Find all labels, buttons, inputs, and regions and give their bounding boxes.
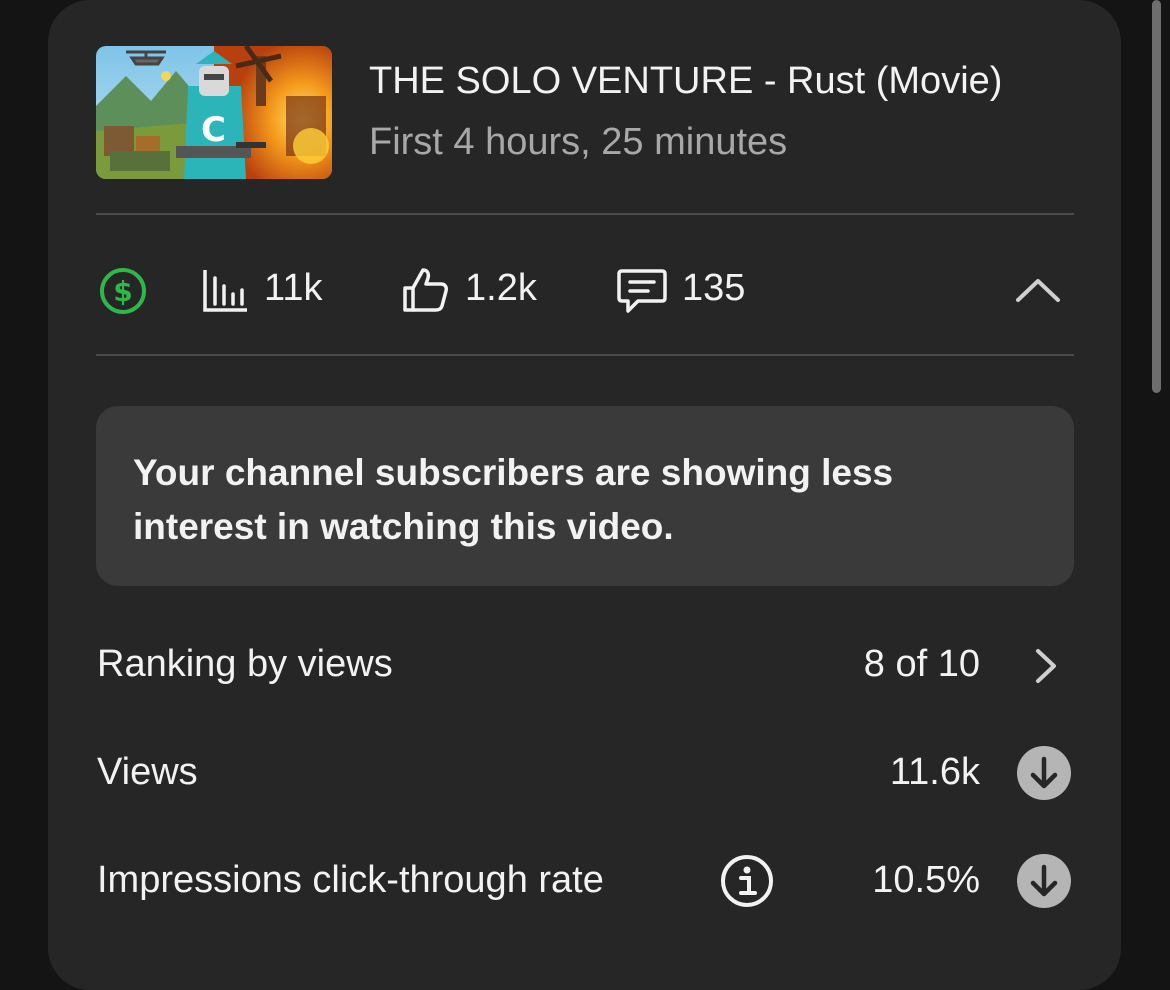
metric-value-views: 11.6k (889, 751, 980, 793)
metric-label-views: Views (97, 751, 198, 793)
insight-banner: Your channel subscribers are showing les… (96, 406, 1074, 586)
likes-count: 1.2k (465, 267, 537, 309)
metric-value-ctr: 10.5% (872, 859, 980, 901)
arrow-down-circle-icon (1017, 746, 1071, 800)
views-count: 11k (264, 267, 323, 309)
thumbs-up-icon (403, 268, 448, 312)
bar-chart-icon (203, 270, 247, 312)
metric-label-ranking[interactable]: Ranking by views (97, 643, 393, 686)
metric-value-ranking[interactable]: 8 of 10 (864, 643, 980, 686)
svg-text:C: C (201, 110, 226, 150)
scrollbar[interactable] (1152, 0, 1161, 393)
svg-text:$: $ (113, 275, 132, 308)
insight-message: Your channel subscribers are showing les… (133, 452, 894, 547)
video-thumbnail[interactable]: C (96, 46, 332, 179)
thumbnail-image: C (96, 46, 332, 179)
video-title[interactable]: THE SOLO VENTURE - Rust (Movie) (369, 60, 1002, 103)
chevron-up-icon[interactable] (1014, 276, 1062, 304)
chevron-right-icon[interactable] (1032, 647, 1060, 685)
video-timeframe: First 4 hours, 25 minutes (369, 121, 788, 163)
divider (96, 354, 1074, 356)
info-icon[interactable] (719, 853, 775, 909)
arrow-down-circle-icon (1017, 854, 1071, 908)
comment-icon (617, 269, 667, 313)
dollar-circle-icon[interactable]: $ (98, 266, 148, 316)
divider (96, 213, 1074, 215)
metric-label-ctr: Impressions click-through rate (97, 859, 604, 901)
comments-count: 135 (682, 267, 746, 309)
